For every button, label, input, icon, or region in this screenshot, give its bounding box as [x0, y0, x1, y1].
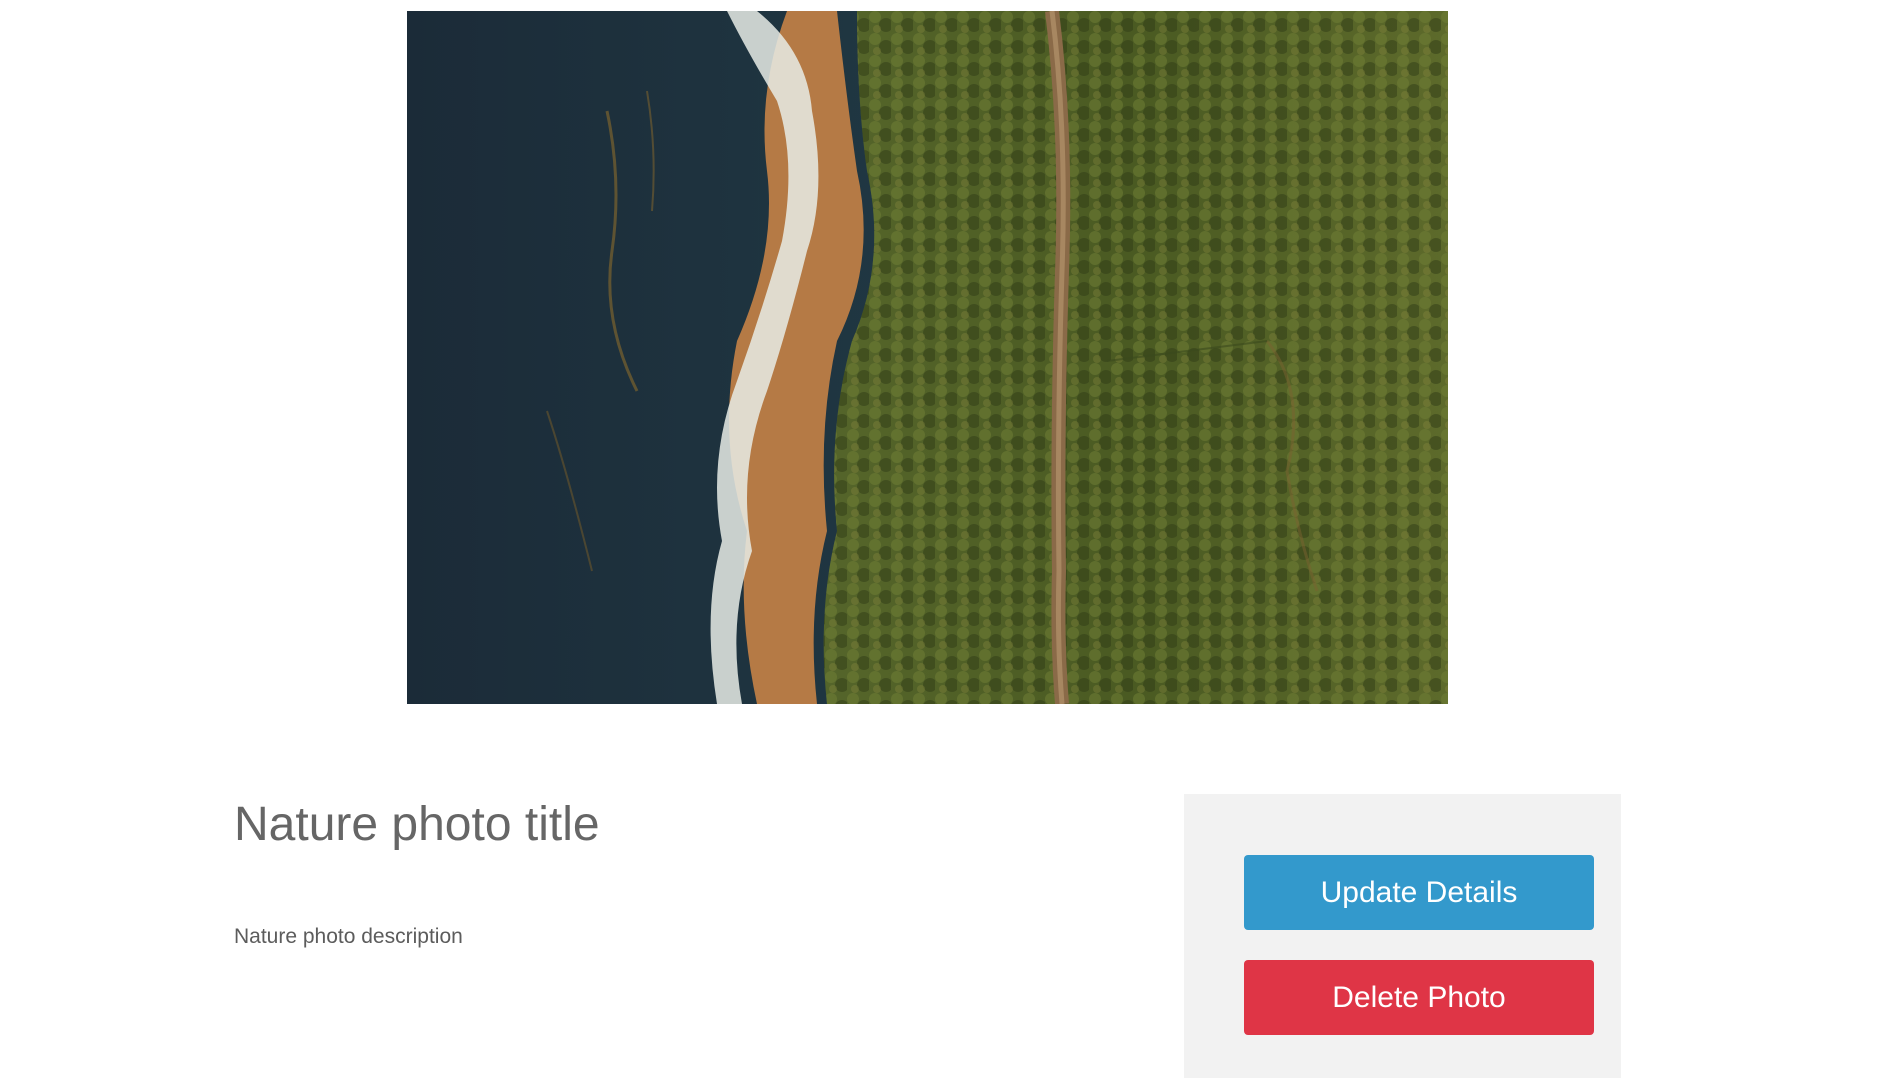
delete-photo-button[interactable]: Delete Photo	[1244, 960, 1594, 1035]
nature-photo	[407, 11, 1448, 704]
nature-photo-illustration	[407, 11, 1448, 704]
actions-panel: Update Details Delete Photo	[1184, 794, 1621, 1078]
photo-detail-page: Nature photo title Nature photo descript…	[0, 0, 1881, 1078]
update-details-button[interactable]: Update Details	[1244, 855, 1594, 930]
photo-description: Nature photo description	[234, 925, 463, 948]
photo-title: Nature photo title	[234, 798, 600, 851]
